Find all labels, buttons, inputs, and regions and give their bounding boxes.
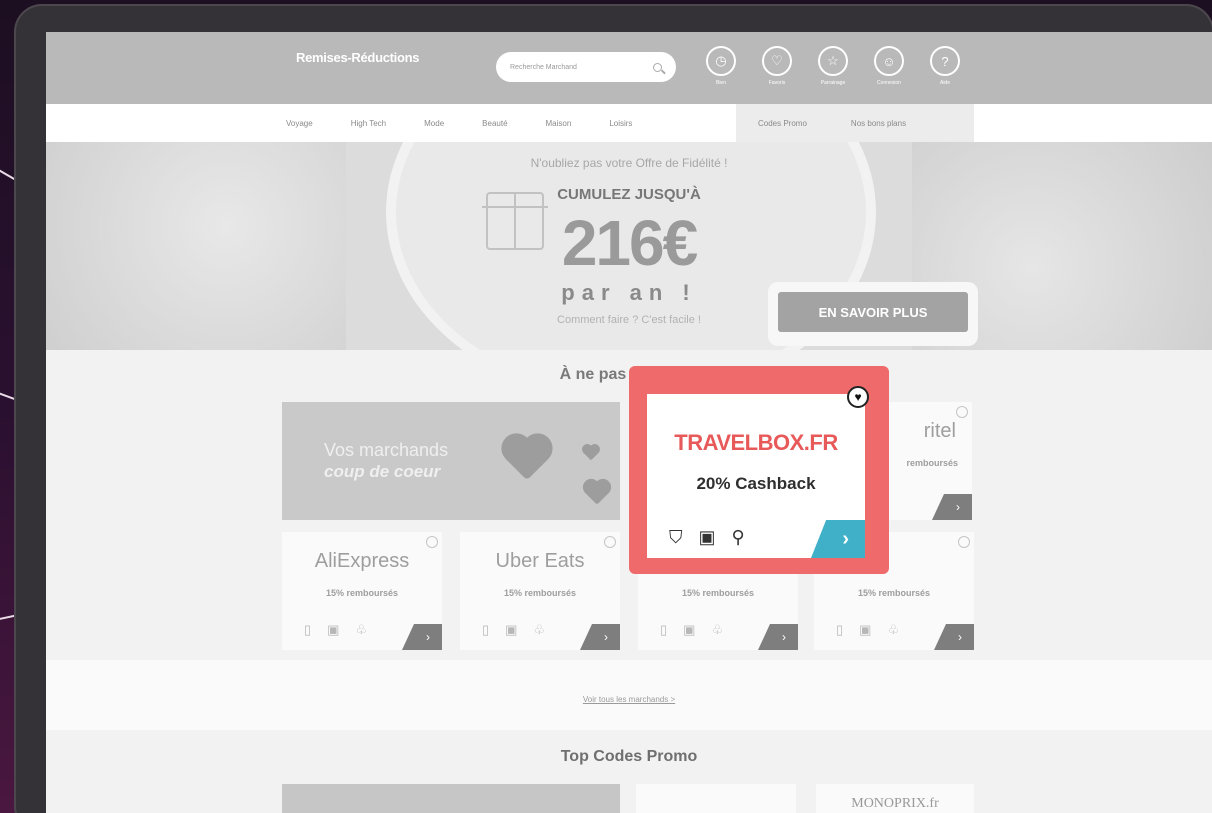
heart-balloon-icon: [505, 437, 549, 481]
banner-period: par an !: [561, 280, 697, 305]
search-input[interactable]: Recherche Marchand: [496, 52, 676, 82]
nav-item-high-tech[interactable]: High Tech: [351, 119, 386, 128]
favorite-icon[interactable]: [956, 406, 968, 418]
bike-icon: ♧: [711, 622, 724, 637]
featured-subtitle: coup de coeur: [324, 462, 441, 481]
nav-item-voyage[interactable]: Voyage: [286, 119, 313, 128]
go-arrow-button[interactable]: ›: [811, 520, 865, 558]
featured-merchants-banner[interactable]: Vos marchands coup de coeur: [282, 402, 620, 520]
featured-title: Vos marchands: [324, 440, 449, 460]
calendar-icon: ▣: [683, 622, 696, 637]
help-icon: ?: [930, 46, 960, 76]
go-arrow-button[interactable]: ›: [402, 624, 442, 650]
merchant-cashback: 15% remboursés: [857, 588, 931, 598]
site-logo[interactable]: Remises-Réductions: [296, 50, 420, 65]
learn-more-button[interactable]: EN SAVOIR PLUS: [778, 292, 968, 332]
calendar-icon: ▣: [859, 622, 872, 637]
heart-balloon-icon: [585, 481, 609, 505]
calendar-icon: ▣: [505, 622, 518, 637]
star-icon: ☆: [818, 46, 848, 76]
heart-icon: ♡: [762, 46, 792, 76]
go-arrow-button[interactable]: ›: [932, 494, 972, 520]
favorite-heart-icon[interactable]: ♥: [847, 386, 869, 408]
highlighted-merchant-frame: TRAVELBOX.FR 20% Cashback ⛉ ▣ ⚲ › ♥: [629, 366, 889, 574]
search-placeholder: Recherche Marchand: [510, 63, 577, 71]
promo-card-monoprix[interactable]: MONOPRIX.fr: [816, 784, 974, 813]
go-arrow-button[interactable]: ›: [758, 624, 798, 650]
nav-item-bons-plans[interactable]: Nos bons plans: [851, 119, 906, 128]
calendar-icon: ▣: [327, 622, 340, 637]
header-aide-label: Aide: [939, 80, 950, 86]
merchant-card[interactable]: Uber Eats 15% remboursés ▯ ▣ ♧ ›: [460, 532, 620, 650]
bike-icon: ♧: [355, 622, 368, 637]
promo-banner[interactable]: [282, 784, 620, 813]
heart-balloon-icon: [583, 445, 599, 461]
promo-card[interactable]: [636, 784, 796, 813]
merchant-cashback: 15% remboursés: [325, 588, 399, 598]
shop-icon: ▯: [304, 622, 312, 637]
banner-amount: 216€: [561, 207, 698, 279]
bike-icon: ♧: [533, 622, 546, 637]
clock-icon: ◷: [706, 46, 736, 76]
nav-promo-group: Codes Promo Nos bons plans: [736, 104, 974, 142]
banner-hint: Comment faire ? C'est facile !: [557, 314, 701, 326]
merchant-cashback: 20% Cashback: [696, 474, 816, 493]
shop-icon: ▯: [482, 622, 490, 637]
nav-item-maison[interactable]: Maison: [546, 119, 572, 128]
go-arrow-button[interactable]: ›: [580, 624, 620, 650]
nav-item-mode[interactable]: Mode: [424, 119, 444, 128]
category-nav: Voyage High Tech Mode Beauté Maison Lois…: [46, 104, 1212, 142]
shop-icon: ▯: [660, 622, 668, 637]
go-arrow-button[interactable]: ›: [934, 624, 974, 650]
merchant-cashback: 15% remboursés: [503, 588, 577, 598]
banner-tagline: N'oubliez pas votre Offre de Fidélité !: [530, 156, 728, 170]
header-bien[interactable]: ◷ Bien: [704, 46, 738, 86]
merchant-feature-icons: ⛉ ▣ ⚲: [669, 527, 745, 548]
nav-item-loisirs[interactable]: Loisirs: [609, 119, 632, 128]
bike-icon: ♧: [887, 622, 900, 637]
merchant-cashback: 15% remboursés: [681, 588, 755, 598]
bike-icon: ⚲: [731, 527, 745, 547]
badge-icon: ⛉: [669, 527, 683, 547]
site-header: Remises-Réductions Recherche Marchand ◷ …: [46, 32, 1212, 104]
calendar-icon: ▣: [698, 527, 716, 547]
banner-heading: CUMULEZ JUSQU'À: [557, 186, 701, 203]
header-favoris-label: Favoris: [768, 80, 786, 86]
loyalty-banner: N'oubliez pas votre Offre de Fidélité ! …: [46, 142, 1212, 350]
header-connexion[interactable]: ☺ Connexion: [872, 46, 906, 86]
header-parrainage-label: Parrainage: [820, 80, 846, 86]
merchant-card[interactable]: AliExpress 15% remboursés ▯ ▣ ♧ ›: [282, 532, 442, 650]
nav-item-beaute[interactable]: Beauté: [482, 119, 507, 128]
header-connexion-label: Connexion: [877, 80, 901, 86]
merchant-name: AliExpress: [314, 550, 410, 572]
favorite-icon[interactable]: [958, 536, 970, 548]
merchant-brand: TRAVELBOX.FR: [674, 430, 838, 455]
header-favoris[interactable]: ♡ Favoris: [760, 46, 794, 86]
favorite-icon[interactable]: [604, 536, 616, 548]
top-codes-title: Top Codes Promo: [560, 748, 698, 765]
header-parrainage[interactable]: ☆ Parrainage: [816, 46, 850, 86]
merchant-name: Uber Eats: [495, 550, 585, 572]
header-bien-label: Bien: [715, 80, 726, 86]
header-aide[interactable]: ? Aide: [928, 46, 962, 86]
nav-item-codes-promo[interactable]: Codes Promo: [758, 119, 807, 128]
user-icon: ☺: [874, 46, 904, 76]
see-all-merchants-link[interactable]: Voir tous les marchands >: [46, 695, 1212, 704]
favorite-icon[interactable]: [426, 536, 438, 548]
header-actions: ◷ Bien ♡ Favoris ☆ Parrainage ☺ Connexio…: [704, 46, 962, 86]
search-icon[interactable]: [653, 62, 662, 72]
highlighted-merchant-card[interactable]: TRAVELBOX.FR 20% Cashback ⛉ ▣ ⚲ ›: [647, 394, 865, 558]
cta-container: EN SAVOIR PLUS: [768, 282, 978, 346]
shop-icon: ▯: [836, 622, 844, 637]
